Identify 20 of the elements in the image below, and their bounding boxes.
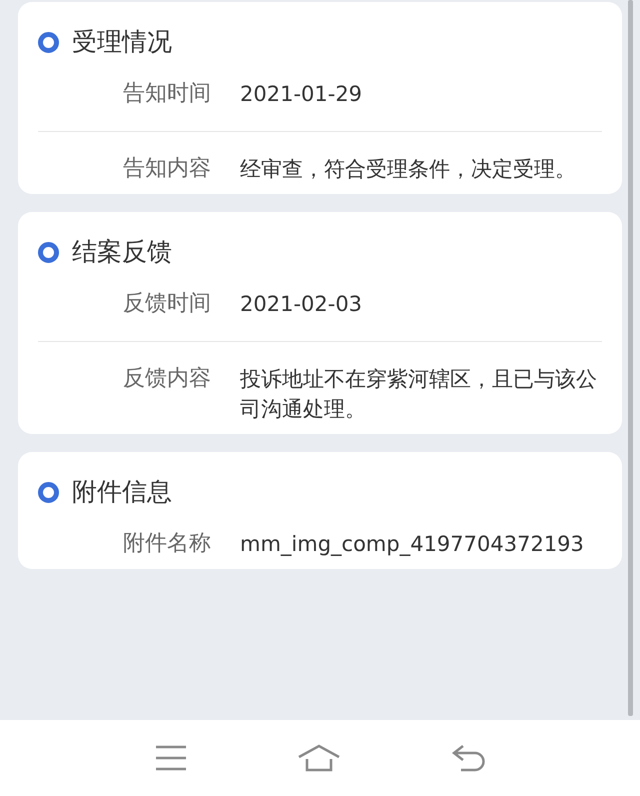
field-value: 投诉地址不在穿紫河辖区，且已与该公司沟通处理。 (240, 366, 598, 423)
field-label: 反馈时间 (122, 290, 211, 318)
section-title: 结案反馈 (72, 237, 172, 267)
field-label: 告知时间 (122, 80, 211, 108)
field-label: 反馈内容 (122, 365, 211, 393)
section-title: 受理情况 (72, 27, 172, 57)
home-icon[interactable] (298, 744, 340, 772)
section-title: 附件信息 (72, 477, 172, 507)
field-label: 告知内容 (122, 155, 211, 183)
field-value: 2021-02-03 (240, 291, 364, 318)
scrollbar[interactable] (628, 0, 633, 716)
back-icon[interactable] (450, 744, 485, 772)
field-value: 经审查，符合受理条件，决定受理。 (240, 156, 577, 183)
section-marker-icon (38, 32, 59, 52)
field-value: 2021-01-29 (240, 81, 364, 108)
field-value: mm_img_comp_4197704372193 (240, 531, 585, 558)
menu-icon[interactable] (155, 745, 188, 771)
section-marker-icon (38, 242, 59, 262)
field-label: 附件名称 (122, 530, 211, 558)
section-marker-icon (38, 482, 59, 502)
